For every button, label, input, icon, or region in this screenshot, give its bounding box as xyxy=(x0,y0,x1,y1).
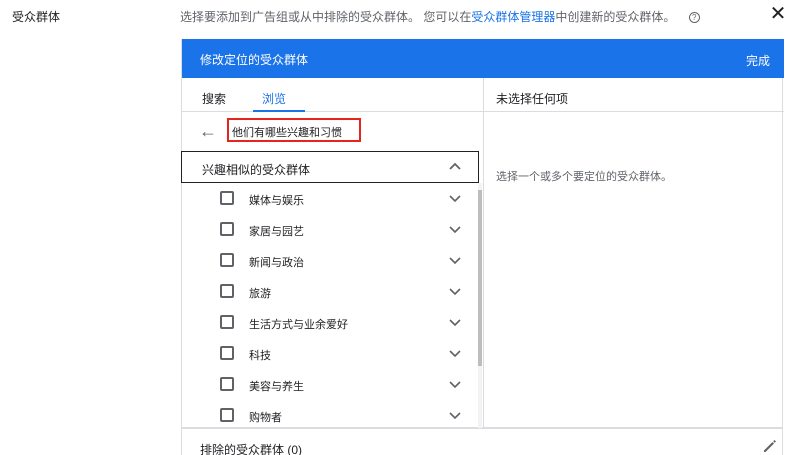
list-item-label: 美容与养生 xyxy=(249,381,304,393)
list-item[interactable]: 购物者 xyxy=(182,400,478,428)
chevron-down-icon[interactable] xyxy=(449,285,461,297)
top-description: 选择要添加到广告组或从中排除的受众群体。 您可以在受众群体管理器中创建新的受众群… xyxy=(180,8,700,25)
checkbox[interactable] xyxy=(220,222,234,236)
checkbox[interactable] xyxy=(220,377,234,391)
breadcrumb: ← 他们有哪些兴趣和习惯 xyxy=(182,112,484,152)
selection-hint: 选择一个或多个要定位的受众群体。 xyxy=(496,171,672,183)
scrollbar-thumb[interactable] xyxy=(478,190,482,366)
checkbox[interactable] xyxy=(220,253,234,267)
checkbox[interactable] xyxy=(220,315,234,329)
category-row[interactable]: 兴趣相似的受众群体 xyxy=(181,151,479,183)
chevron-down-icon[interactable] xyxy=(449,316,461,328)
section-label: 受众群体 xyxy=(12,10,61,24)
tab-bar: 搜索 浏览 xyxy=(182,78,484,112)
audience-manager-link[interactable]: 受众群体管理器 xyxy=(471,10,555,24)
selection-header: 未选择任何项 xyxy=(484,78,784,112)
chevron-down-icon[interactable] xyxy=(449,254,461,266)
list-item[interactable]: 媒体与娱乐 xyxy=(182,183,478,214)
list-item-label: 家居与园艺 xyxy=(249,226,304,238)
list-item[interactable]: 生活方式与业余爱好 xyxy=(182,307,478,338)
chevron-up-icon[interactable] xyxy=(448,159,462,173)
checkbox[interactable] xyxy=(220,408,234,422)
breadcrumb-text: 他们有哪些兴趣和习惯 xyxy=(232,127,342,139)
chevron-down-icon[interactable] xyxy=(449,409,461,421)
tab-search[interactable]: 搜索 xyxy=(202,90,226,107)
chevron-down-icon[interactable] xyxy=(449,347,461,359)
excluded-audiences-label: 排除的受众群体 (0) xyxy=(200,443,303,455)
list-item[interactable]: 家居与园艺 xyxy=(182,214,478,245)
list-item[interactable]: 旅游 xyxy=(182,276,478,307)
panel-header: 修改定位的受众群体 完成 xyxy=(182,39,784,78)
chevron-down-icon[interactable] xyxy=(449,378,461,390)
description-text-before: 选择要添加到广告组或从中排除的受众群体。 您可以在 xyxy=(180,10,472,24)
list-item-label: 新闻与政治 xyxy=(249,257,304,269)
list-item-label: 媒体与娱乐 xyxy=(249,195,304,207)
list-item[interactable]: 美容与养生 xyxy=(182,369,478,400)
back-arrow-icon[interactable]: ← xyxy=(199,121,217,142)
tab-browse[interactable]: 浏览 xyxy=(262,90,286,107)
chevron-down-icon[interactable] xyxy=(449,223,461,235)
help-icon[interactable]: ? xyxy=(688,12,700,24)
excluded-audiences-bar[interactable]: 排除的受众群体 (0) xyxy=(181,428,783,455)
pencil-icon[interactable] xyxy=(762,438,778,454)
list-item[interactable]: 新闻与政治 xyxy=(182,245,478,276)
breadcrumb-highlight: 他们有哪些兴趣和习惯 xyxy=(227,118,361,142)
right-column: 未选择任何项 选择一个或多个要定位的受众群体。 xyxy=(484,78,784,428)
checkbox[interactable] xyxy=(220,346,234,360)
checkbox[interactable] xyxy=(220,284,234,298)
selection-header-text: 未选择任何项 xyxy=(496,92,569,106)
list-item-label: 生活方式与业余爱好 xyxy=(249,319,348,331)
close-icon[interactable]: ✕ xyxy=(768,4,788,24)
audience-panel: 修改定位的受众群体 完成 搜索 浏览 ← 他们有哪些兴趣和习惯 兴趣相似的受众群… xyxy=(181,39,784,428)
chevron-down-icon[interactable] xyxy=(449,192,461,204)
done-button[interactable]: 完成 xyxy=(746,52,770,69)
left-column: 搜索 浏览 ← 他们有哪些兴趣和习惯 兴趣相似的受众群体 媒体与娱乐 家居与园艺 xyxy=(181,78,484,428)
list-item[interactable]: 科技 xyxy=(182,338,478,369)
description-text-after: 中创建新的受众群体。 xyxy=(555,10,676,24)
panel-title: 修改定位的受众群体 xyxy=(200,53,309,67)
checkbox[interactable] xyxy=(220,191,234,205)
list-item-label: 科技 xyxy=(249,350,271,362)
list-item-label: 购物者 xyxy=(249,412,282,424)
list-item-label: 旅游 xyxy=(249,288,271,300)
category-label: 兴趣相似的受众群体 xyxy=(202,163,311,177)
